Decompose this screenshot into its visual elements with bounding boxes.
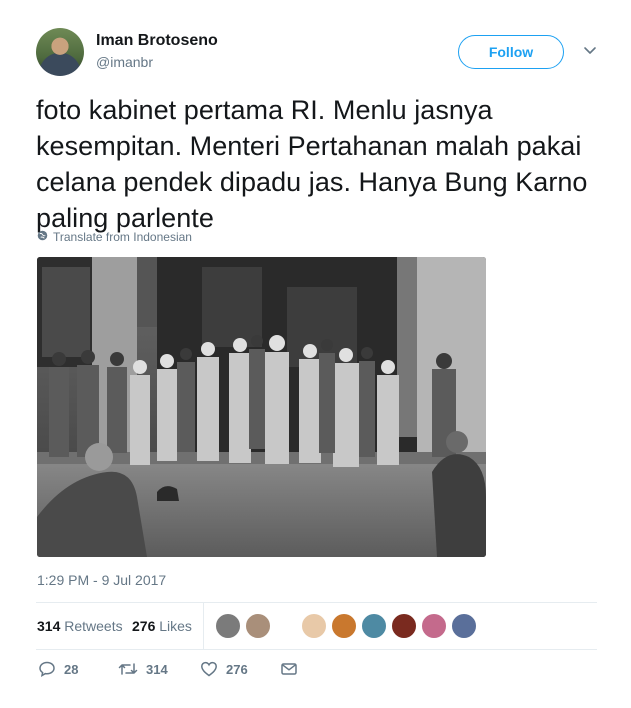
avatar[interactable] (36, 28, 84, 76)
envelope-icon (280, 660, 298, 678)
tweet-timestamp[interactable]: 1:29 PM - 9 Jul 2017 (37, 572, 166, 588)
tweet-text: foto kabinet pertama RI. Menlu jasnya ke… (36, 95, 588, 233)
follow-button[interactable]: Follow (458, 35, 564, 69)
translate-link[interactable]: Translate from Indonesian (37, 230, 192, 244)
retweet-count: 314 (146, 661, 168, 677)
retweets-label: Retweets (64, 618, 123, 634)
tweet-actions: 28 314 276 (36, 658, 336, 682)
reply-button[interactable]: 28 (38, 660, 78, 678)
author-handle[interactable]: @imanbr (96, 54, 153, 70)
likes-label: Likes (159, 618, 192, 634)
avatar[interactable] (451, 613, 477, 639)
stats-separator (203, 603, 204, 649)
avatar[interactable] (421, 613, 447, 639)
likes-count: 276 (132, 618, 156, 634)
likes-stat[interactable]: 276 Likes (132, 618, 192, 634)
chevron-down-icon[interactable] (582, 42, 598, 58)
avatar[interactable] (331, 613, 357, 639)
author-name[interactable]: Iman Brotoseno (96, 32, 218, 50)
globe-icon (37, 230, 48, 244)
avatar[interactable] (245, 613, 271, 639)
like-count: 276 (226, 661, 248, 677)
avatar[interactable] (301, 613, 327, 639)
avatar[interactable] (215, 613, 241, 639)
reply-count: 28 (64, 661, 79, 677)
retweet-button[interactable]: 314 (118, 660, 168, 678)
retweets-count: 314 (37, 618, 61, 634)
tweet-header: Iman Brotoseno @imanbr Follow (36, 28, 600, 78)
retweet-icon (118, 660, 138, 678)
tweet-stats: 314 Retweets 276 Likes (36, 603, 597, 649)
divider (36, 649, 597, 650)
tweet-photo[interactable] (37, 257, 486, 557)
retweets-stat[interactable]: 314 Retweets (37, 618, 123, 634)
translate-label: Translate from Indonesian (53, 230, 192, 244)
avatar[interactable] (361, 613, 387, 639)
message-button[interactable] (280, 660, 298, 678)
avatar[interactable] (391, 613, 417, 639)
heart-icon (200, 660, 218, 678)
like-button[interactable]: 276 (200, 660, 248, 678)
reply-icon (38, 660, 56, 678)
